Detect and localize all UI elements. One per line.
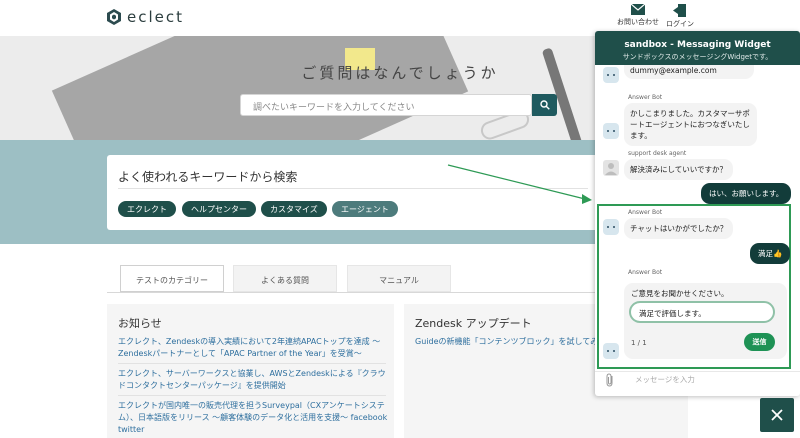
feedback-form-label: ご意見をお聞かせください。 — [631, 289, 729, 298]
messaging-widget: sandbox - Messaging Widget サンドボックスのメッセージ… — [595, 31, 800, 396]
person-icon — [605, 163, 617, 175]
user-message-bubble: はい、お願いします。 — [701, 183, 792, 204]
close-icon — [771, 409, 783, 421]
agent-avatar — [603, 160, 619, 176]
message-input[interactable]: メッセージを入力 — [635, 374, 695, 385]
message-bubble: 解決済みにしていいですか？ — [624, 159, 734, 180]
sender-name: Answer Bot — [628, 269, 663, 276]
sender-name: Answer Bot — [628, 209, 663, 216]
sender-name: support desk agent — [628, 150, 687, 157]
sender-name: Answer Bot — [628, 94, 663, 101]
message-bubble: かしこまりました。カスタマーサポートエージェントにおつなぎいたします。 — [624, 103, 757, 146]
bot-avatar — [603, 67, 619, 83]
attachment-icon[interactable] — [605, 373, 615, 387]
widget-header: sandbox - Messaging Widget サンドボックスのメッセージ… — [595, 31, 800, 65]
bot-avatar — [603, 123, 619, 139]
message-bubble: チャットはいかがでしたか？ — [624, 218, 734, 239]
close-widget-button[interactable] — [760, 398, 794, 432]
user-message-bubble: 満足👍 — [750, 243, 791, 264]
form-page-count: 1 / 1 — [631, 339, 647, 347]
bot-avatar — [603, 343, 619, 359]
send-button[interactable]: 送信 — [744, 333, 775, 351]
feedback-input[interactable]: 満足で評価します。 — [629, 301, 775, 323]
widget-subtitle: サンドボックスのメッセージングWidgetです。 — [622, 53, 773, 61]
message-bubble: dummy@example.com — [624, 65, 754, 79]
widget-title-text: sandbox - Messaging Widget — [624, 40, 771, 50]
divider — [595, 371, 800, 372]
bot-avatar — [603, 219, 619, 235]
